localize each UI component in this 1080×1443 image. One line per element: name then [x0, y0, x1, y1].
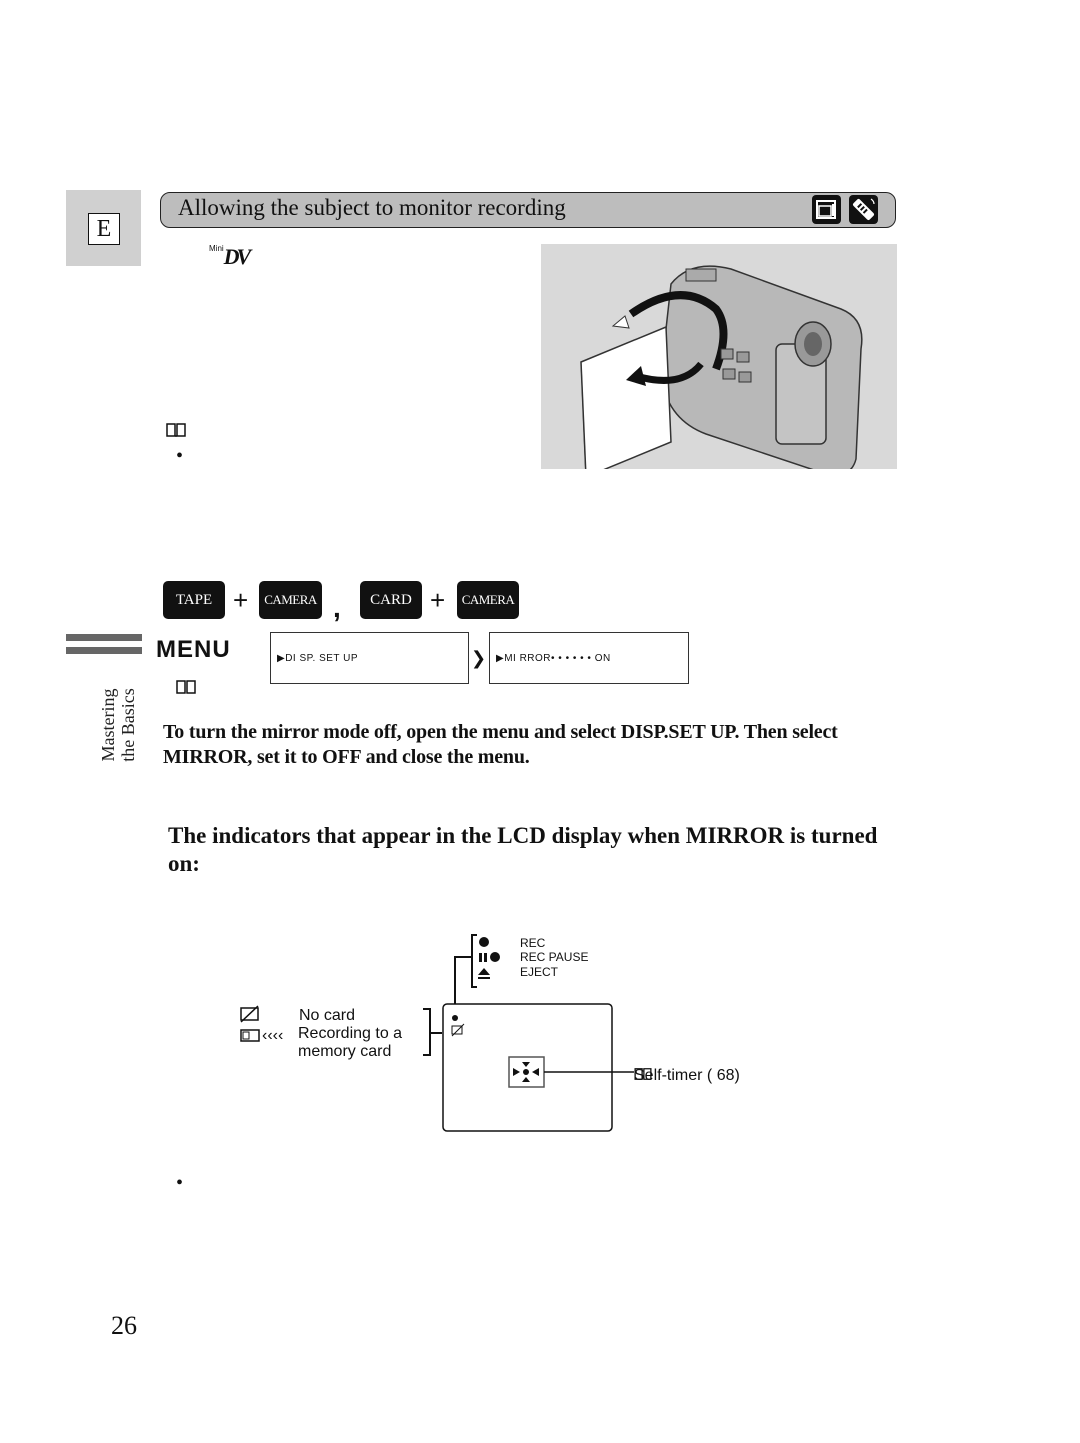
recording-to-card-label: Recording to a: [298, 1025, 403, 1042]
plus-sign: +: [233, 585, 249, 615]
lcd-indicators-heading: The indicators that appear in the LCD di…: [168, 823, 878, 876]
self-timer-label: Self-timer ( 68): [634, 1067, 740, 1084]
rec-label: REC: [520, 936, 546, 950]
separator-comma: ,: [333, 592, 341, 623]
recording-arrows-icon: ‹‹‹‹: [262, 1027, 284, 1044]
card-mode-badge: CARD: [360, 581, 422, 619]
eject-label: EJECT: [520, 965, 559, 979]
minidv-logo: MiniDV: [209, 244, 251, 269]
tape-mode-badge: TAPE: [163, 581, 225, 619]
no-card-label: No card: [299, 1007, 356, 1024]
book-reference-icon: [166, 422, 186, 443]
section-title: Allowing the subject to monitor recordin…: [178, 195, 566, 220]
mirror-off-instructions: To turn the mirror mode off, open the me…: [163, 721, 838, 768]
next-step-arrow-icon: ❯: [471, 648, 487, 669]
bullet-point: •: [176, 445, 184, 467]
camcorder-lcd-illustration: [541, 244, 897, 481]
camera-mode-badge: CAMERA: [259, 581, 322, 619]
menu-button-label: MENU: [156, 636, 231, 663]
book-reference-icon: [634, 1068, 652, 1080]
plus-sign: +: [430, 585, 446, 615]
rec-pause-label: REC PAUSE: [520, 950, 589, 964]
bullet-point: •: [176, 1172, 184, 1194]
book-reference-icon: [176, 679, 196, 700]
language-indicator: E: [88, 213, 120, 245]
menu-screen-mirror-on: ▶MI RROR• • • • • • ON: [489, 632, 689, 684]
remote-control-icon: [849, 195, 878, 224]
menu-screen-disp-setup: ▶DI SP. SET UP: [270, 632, 469, 684]
chapter-side-label: Mastering the Basics: [98, 688, 138, 762]
lcd-indicator-diagram: REC REC PAUSE EJECT ‹‹‹‹ No card Recordi…: [230, 925, 790, 1145]
recording-to-card-label-line2: memory card: [298, 1043, 392, 1060]
menu-section-marker: [66, 634, 142, 660]
page-number: 26: [111, 1311, 137, 1340]
camera-mode-badge: CAMERA: [457, 581, 519, 619]
camcorder-icon: [812, 195, 841, 224]
